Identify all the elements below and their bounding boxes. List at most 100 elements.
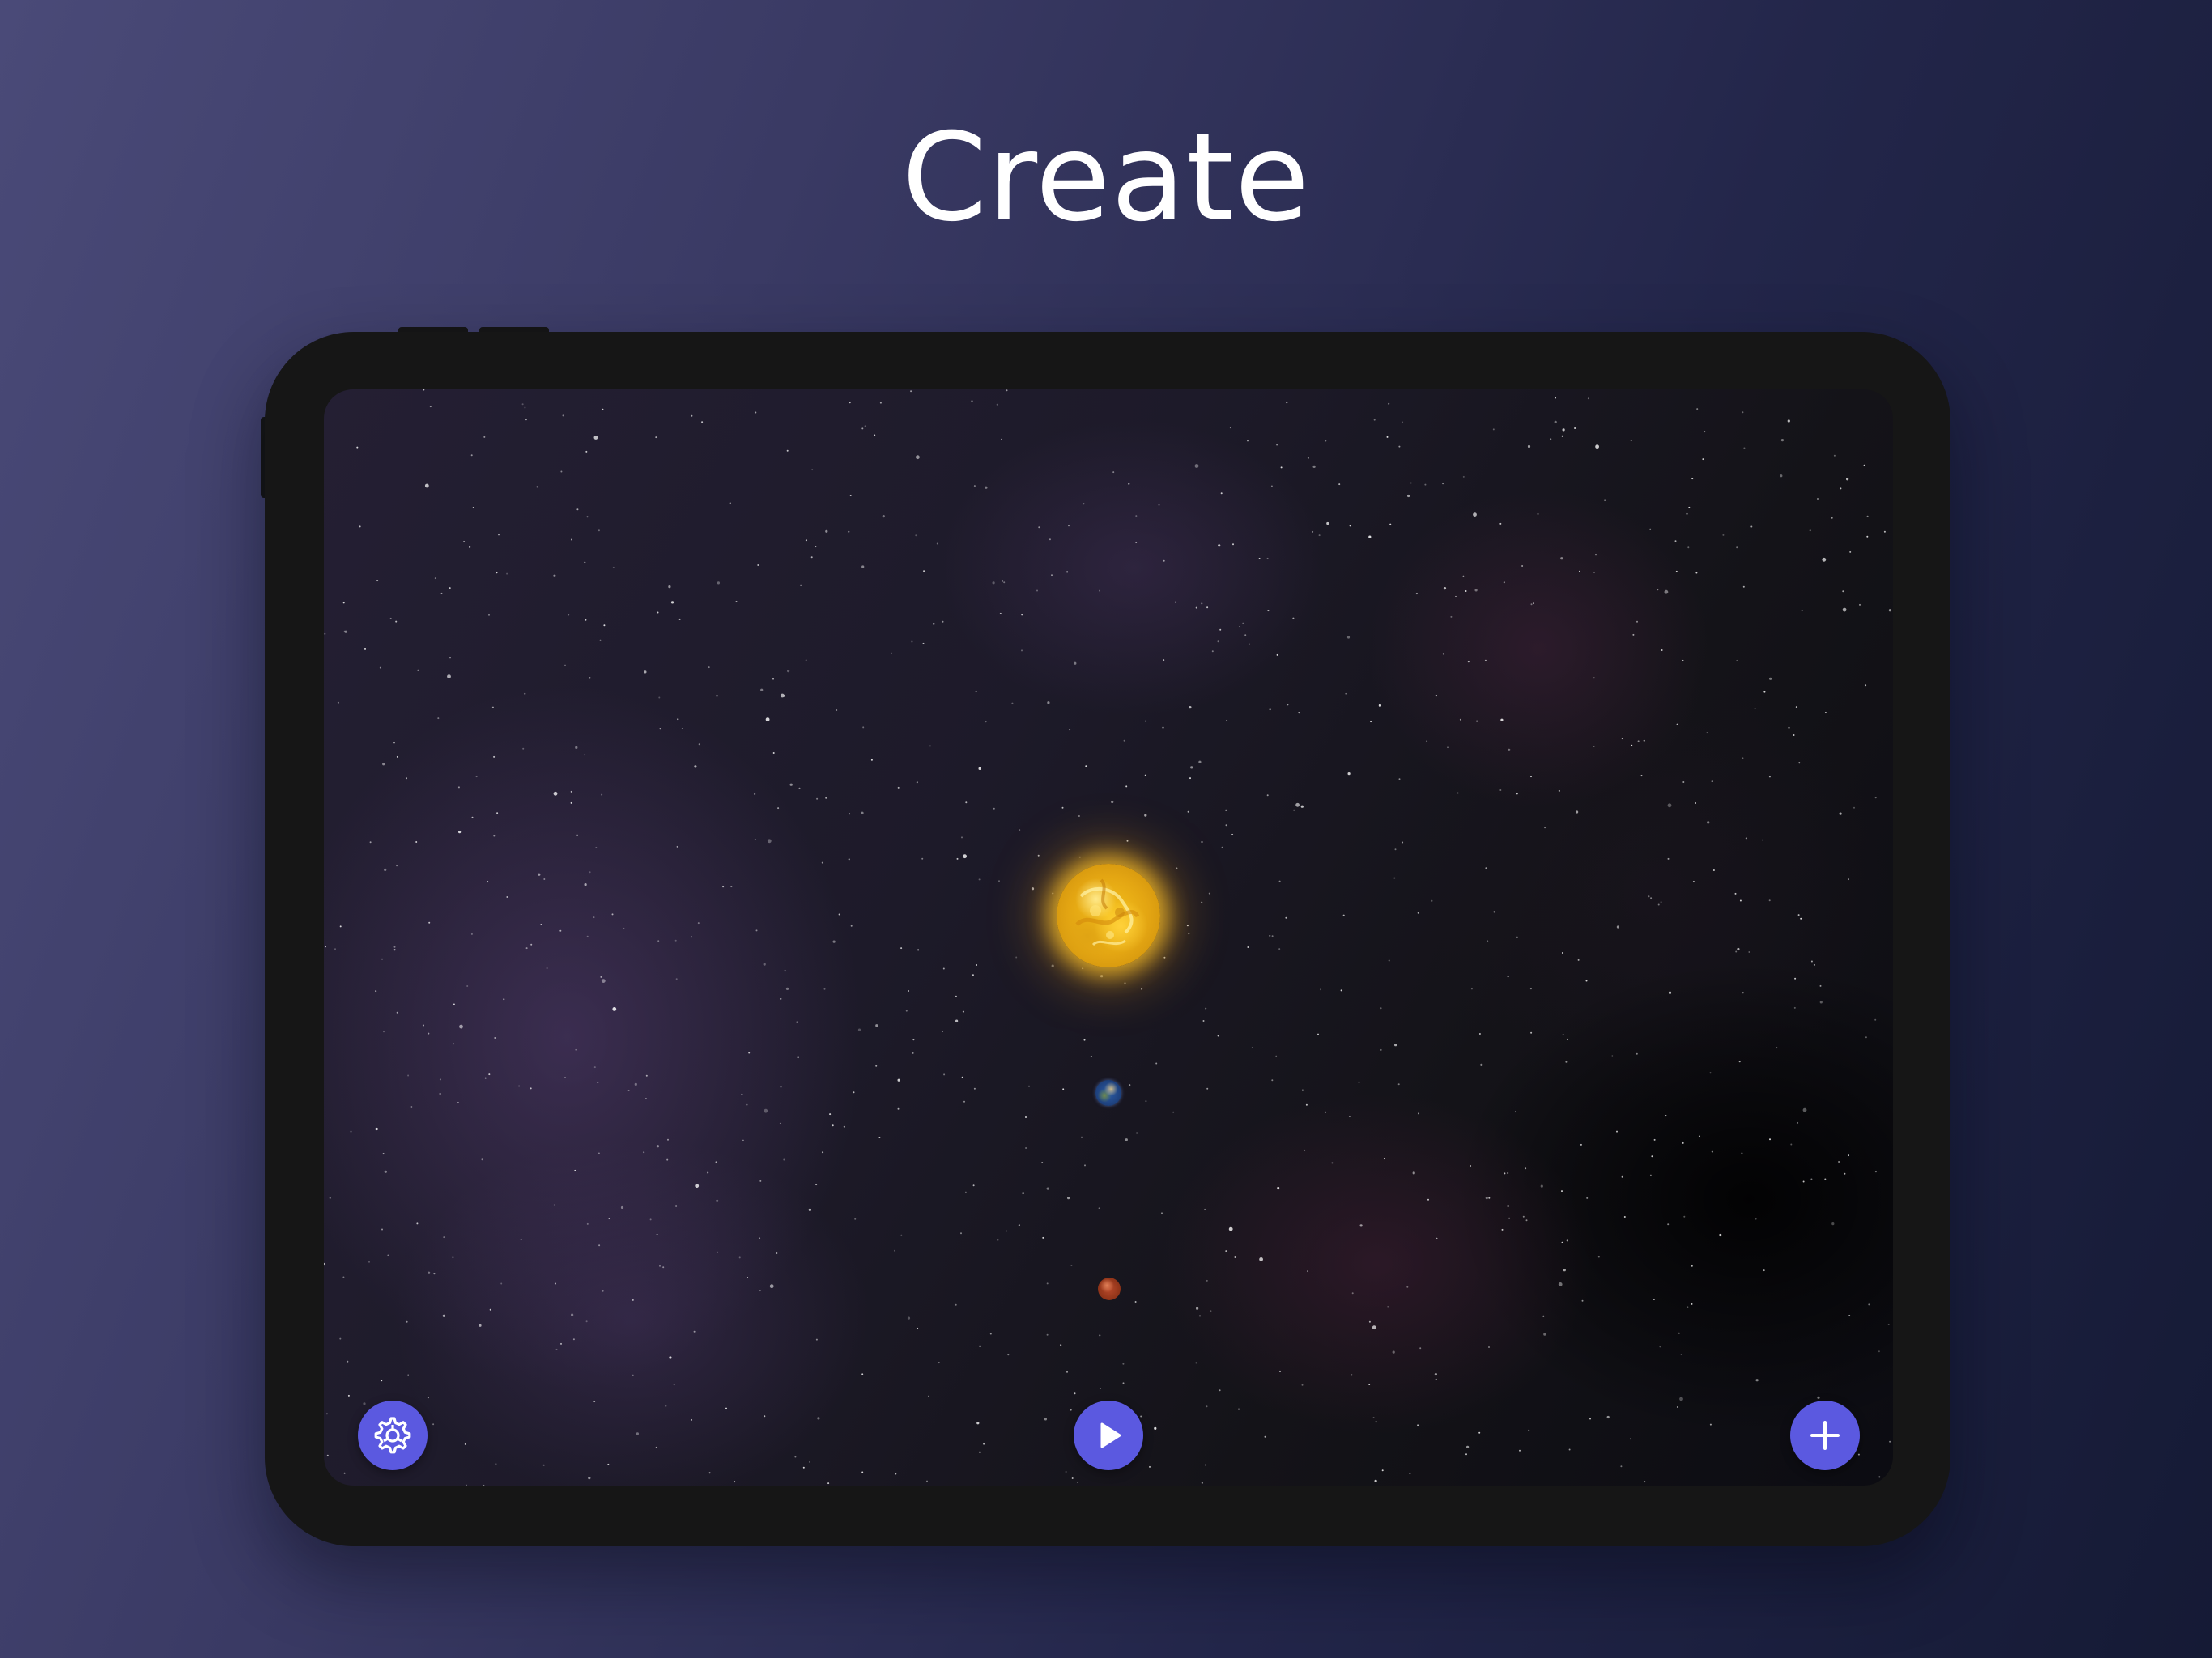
star [1220,492,1223,495]
mars-planet[interactable] [1098,1278,1121,1300]
star [586,516,589,518]
star [1838,1161,1840,1163]
star [1206,1087,1209,1090]
star [1817,498,1819,500]
star [1248,643,1250,645]
star [1266,557,1269,559]
star [907,1316,911,1320]
star [1388,402,1390,405]
star [644,1098,647,1099]
star [667,1138,669,1141]
star [1406,1286,1409,1288]
star [796,1021,798,1023]
star [1648,895,1650,898]
star [1145,1100,1147,1103]
earth-planet[interactable] [1095,1080,1121,1106]
star [838,913,840,916]
star [1144,774,1146,776]
star [1038,526,1040,529]
star [520,1239,522,1241]
star [439,1078,441,1081]
star [1293,809,1295,811]
star [853,1091,855,1094]
star [817,1417,820,1420]
star [674,939,677,942]
star [942,620,944,623]
star [1507,1172,1509,1174]
star [1709,1423,1712,1426]
star [1392,1350,1395,1354]
star [848,858,850,861]
star [691,936,692,938]
star [324,632,326,635]
star [1874,1018,1877,1021]
star [1659,1346,1661,1348]
star [1368,1320,1371,1323]
space-canvas[interactable] [324,389,1893,1486]
star [521,403,524,406]
star [503,998,505,1001]
star [1528,1429,1530,1431]
star [1813,963,1815,966]
star [1809,529,1811,532]
star [598,1152,600,1154]
star [1508,1217,1511,1219]
star [597,1081,599,1083]
star [1593,572,1595,574]
star [325,946,326,948]
star [1868,1303,1870,1306]
star [530,1087,532,1090]
star [894,1249,895,1252]
settings-button[interactable] [358,1401,428,1470]
star [1493,911,1495,913]
star [729,502,731,504]
star [1238,1408,1240,1410]
star [339,925,342,928]
star [861,565,865,568]
star [324,1262,325,1266]
star [675,1205,678,1207]
star [1381,1469,1384,1472]
star [1217,640,1219,643]
star [864,425,866,427]
star [1630,1438,1631,1440]
star [748,1052,751,1054]
star [897,1078,900,1082]
star [593,916,595,919]
star [1304,1149,1306,1151]
star [376,580,379,582]
star [1794,977,1797,980]
star [764,1108,768,1113]
star [993,807,995,810]
star [1667,803,1672,808]
star [449,587,451,589]
star [891,652,892,654]
play-button[interactable] [1074,1401,1143,1470]
star [350,1130,352,1133]
star [1083,503,1085,505]
star [1398,445,1401,448]
star [1135,515,1138,517]
star [861,427,864,430]
star [1736,546,1738,549]
star [1691,478,1694,480]
star [1561,1241,1563,1244]
star [1068,525,1070,527]
star [383,1031,385,1033]
star [540,924,542,925]
star [593,1066,596,1069]
star [1650,897,1653,899]
star [857,1028,861,1031]
star [1424,483,1427,486]
star [432,1423,435,1426]
star [1455,595,1457,597]
add-body-button[interactable] [1790,1401,1860,1470]
star [760,688,764,691]
star [657,611,659,614]
star [1687,1306,1689,1308]
sun-body[interactable] [1057,864,1160,967]
star [1667,1223,1670,1226]
star [1278,880,1281,882]
star [1305,1103,1308,1106]
star [570,801,572,804]
